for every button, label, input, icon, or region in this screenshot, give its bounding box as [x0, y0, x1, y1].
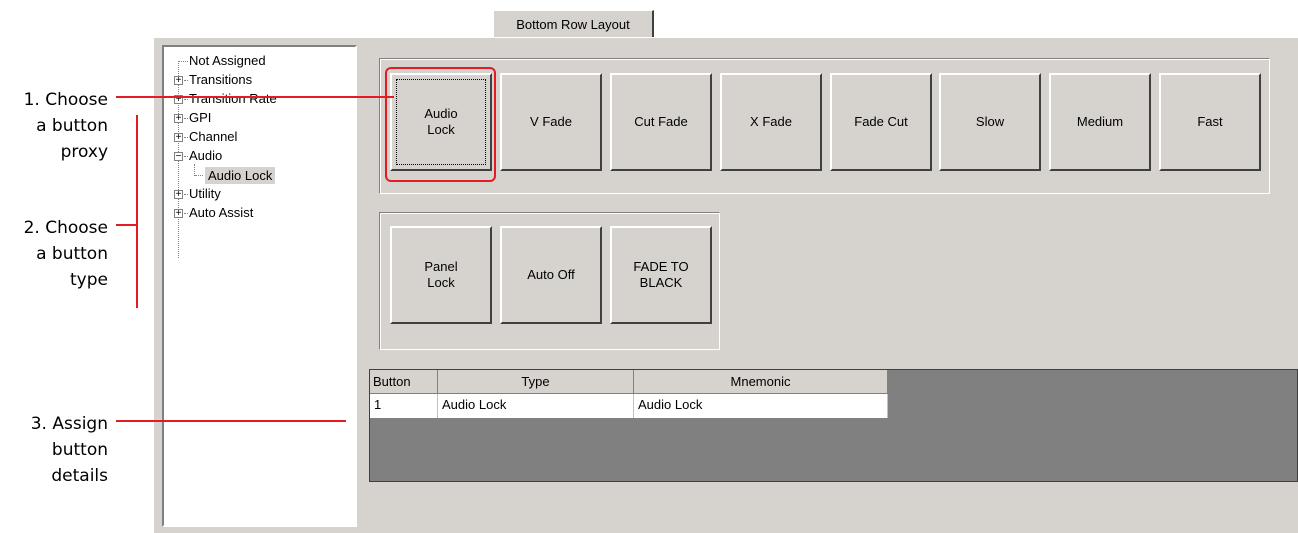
expand-plus-icon[interactable]: +	[174, 190, 183, 200]
expand-plus-icon[interactable]: +	[174, 133, 183, 143]
tree-connector	[184, 194, 188, 195]
proxy-highlight-box	[385, 67, 496, 182]
callout-line: a button	[36, 244, 108, 264]
tab-label: Bottom Row Layout	[516, 17, 630, 32]
proxy-button-fast[interactable]: Fast	[1159, 73, 1261, 171]
proxy-button-fade-cut[interactable]: Fade Cut	[830, 73, 932, 171]
callout-line: proxy	[60, 142, 108, 162]
proxy-button-v-fade[interactable]: V Fade	[500, 73, 602, 171]
button-type-tree[interactable]: Not Assigned + Transitions + Transition …	[162, 45, 357, 527]
tree-connector	[184, 213, 188, 214]
cell-mnemonic[interactable]: Audio Lock	[634, 394, 888, 418]
expand-plus-icon[interactable]: +	[174, 209, 183, 219]
button-details-grid[interactable]: Button Type Mnemonic 1 Audio Lock Audio …	[369, 369, 1298, 482]
proxy-button-fade-to-black[interactable]: FADE TO BLACK	[610, 226, 712, 324]
callout-line: 2. Choose	[23, 218, 108, 238]
proxy-button-medium[interactable]: Medium	[1049, 73, 1151, 171]
tree-connector	[179, 61, 188, 62]
tree-connector	[184, 80, 188, 81]
callout-bracket-type	[136, 115, 138, 308]
tree-connector	[184, 156, 188, 157]
proxy-button-auto-off[interactable]: Auto Off	[500, 226, 602, 324]
cell-type[interactable]: Audio Lock	[438, 394, 634, 418]
column-header-mnemonic[interactable]: Mnemonic	[634, 370, 888, 394]
tree-connector	[184, 118, 188, 119]
tree-connector	[184, 99, 188, 100]
expand-plus-icon[interactable]: +	[174, 114, 183, 124]
tab-bottom-row-layout[interactable]: Bottom Row Layout	[493, 10, 654, 39]
proxy-button-x-fade[interactable]: X Fade	[720, 73, 822, 171]
callout-line: 3. Assign	[30, 414, 108, 434]
callout-line: type	[70, 270, 108, 290]
callout-line: 1. Choose	[23, 90, 108, 110]
callout-line: button	[51, 440, 108, 460]
callout-choose-type: 2. Choose a button type	[24, 215, 108, 293]
expand-plus-icon[interactable]: +	[174, 76, 183, 86]
proxy-button-slow[interactable]: Slow	[939, 73, 1041, 171]
proxy-button-panel-lock[interactable]: Panel Lock	[390, 226, 492, 324]
callout-line-type	[116, 224, 138, 226]
callout-line-details	[116, 420, 346, 422]
column-header-type[interactable]: Type	[438, 370, 634, 394]
tree-connector	[184, 137, 188, 138]
callout-choose-proxy: 1. Choose a button proxy	[24, 87, 108, 165]
tree-item-selected-label: Audio Lock	[205, 167, 276, 184]
collapse-minus-icon[interactable]: −	[174, 152, 183, 162]
proxy-button-cut-fade[interactable]: Cut Fade	[610, 73, 712, 171]
tree-connector	[195, 175, 203, 176]
callout-line: a button	[36, 116, 108, 136]
callout-line-proxy	[116, 96, 394, 98]
column-header-button[interactable]: Button	[370, 370, 438, 394]
callout-line: details	[51, 466, 108, 486]
cell-button[interactable]: 1	[370, 394, 438, 418]
callout-assign-details: 3. Assign button details	[31, 411, 108, 489]
